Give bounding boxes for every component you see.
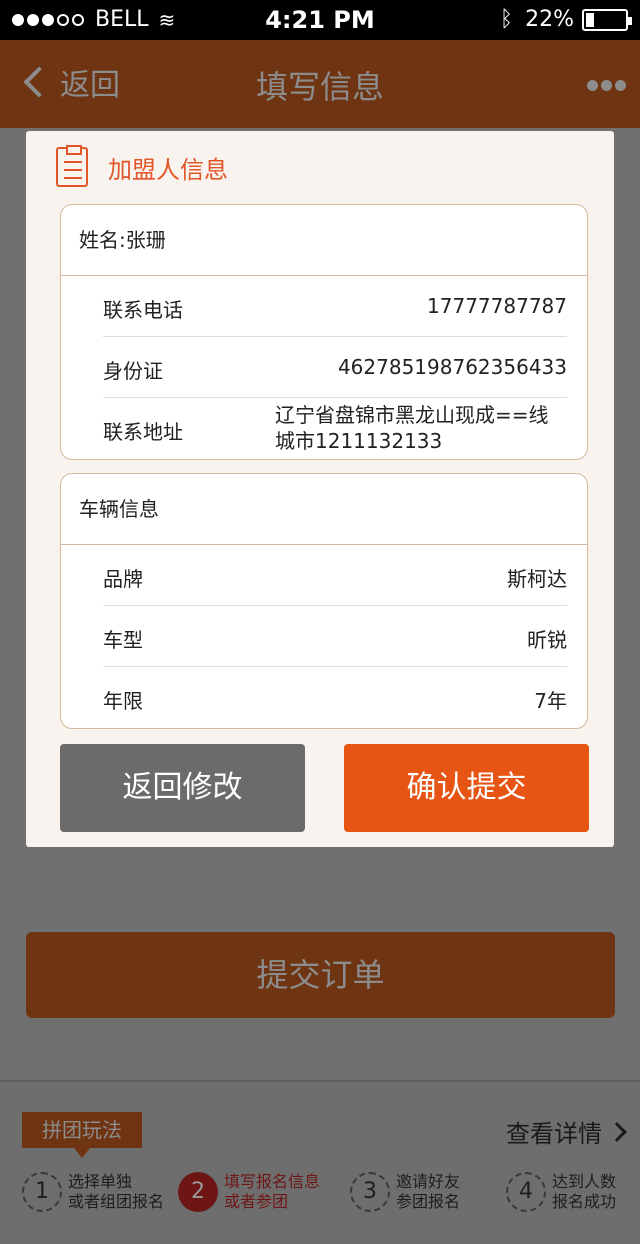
row-label: 联系电话 <box>103 298 183 322</box>
bluetooth-icon: ᛒ <box>499 7 514 32</box>
navigation-bar: 返回 填写信息 <box>0 40 640 128</box>
step-text: 或者参团 <box>224 1192 289 1211</box>
steps-list: 1 选择单独 或者组团报名 2 填写报名信息 或者参团 3 邀请好友 参团报名 4 达… <box>0 1172 640 1232</box>
row-label: 车型 <box>103 628 143 652</box>
page-title: 填写信息 <box>255 68 384 106</box>
step-1: 1 选择单独 或者组团报名 <box>22 1172 164 1212</box>
info-row-model: 车型 昕锐 <box>103 606 567 667</box>
vehicle-info-header: 车辆信息 <box>61 474 587 545</box>
applicant-info-card: 姓名:张珊 联系电话 17777787787 身份证 4627851987623… <box>60 204 588 460</box>
row-value: 昕锐 <box>527 628 567 652</box>
step-text: 选择单独 <box>68 1172 133 1191</box>
confirm-submit-button[interactable]: 确认提交 <box>344 744 589 832</box>
applicant-name: 姓名:张珊 <box>61 205 587 276</box>
step-text: 邀请好友 <box>396 1172 461 1191</box>
chevron-right-icon <box>607 1121 627 1142</box>
row-label: 年限 <box>103 689 143 713</box>
step-number: 1 <box>22 1172 62 1212</box>
status-bar: BELL ≋ 4:21 PM ᛒ 22% <box>0 0 640 40</box>
info-row-phone: 联系电话 17777787787 <box>103 276 567 337</box>
step-text: 填写报名信息 <box>224 1172 321 1191</box>
info-row-address: 联系地址 辽宁省盘锦市黑龙山现成==线城市1211132133 <box>103 398 567 459</box>
submit-order-button[interactable]: 提交订单 <box>26 932 615 1018</box>
row-label: 品牌 <box>103 567 143 591</box>
step-3: 3 邀请好友 参团报名 <box>350 1172 460 1212</box>
row-value: 17777787787 <box>427 294 567 318</box>
step-text: 或者组团报名 <box>68 1192 165 1211</box>
battery-icon <box>582 8 632 31</box>
row-value: 462785198762356433 <box>337 355 567 379</box>
vehicle-info-card: 车辆信息 品牌 斯柯达 车型 昕锐 年限 7年 <box>60 473 588 729</box>
info-row-id: 身份证 462785198762356433 <box>103 337 567 398</box>
group-buy-tag: 拼团玩法 <box>22 1112 142 1158</box>
row-label: 身份证 <box>103 359 163 383</box>
view-details-label: 查看详情 <box>506 1120 602 1148</box>
row-value: 斯柯达 <box>507 567 567 591</box>
row-value: 7年 <box>534 689 567 713</box>
row-label: 联系地址 <box>103 420 183 444</box>
view-details-link[interactable]: 查看详情 <box>506 1114 627 1149</box>
battery-percentage: 22% <box>525 7 574 32</box>
info-row-years: 年限 7年 <box>103 667 567 728</box>
step-text: 参团报名 <box>396 1192 461 1211</box>
step-number: 2 <box>178 1172 218 1212</box>
clipboard-icon <box>56 145 88 187</box>
confirm-info-dialog: 加盟人信息 姓名:张珊 联系电话 17777787787 身份证 4627851… <box>26 131 614 847</box>
row-value: 辽宁省盘锦市黑龙山现成==线城市1211132133 <box>275 403 549 453</box>
step-number: 3 <box>350 1172 390 1212</box>
step-number: 4 <box>506 1172 546 1212</box>
step-text: 报名成功 <box>552 1192 617 1211</box>
dialog-title: 加盟人信息 <box>108 155 228 184</box>
info-row-brand: 品牌 斯柯达 <box>103 545 567 606</box>
group-buy-panel: 拼团玩法 查看详情 1 选择单独 或者组团报名 2 填写报名信息 或者参团 3 邀请… <box>0 1080 640 1244</box>
step-2: 2 填写报名信息 或者参团 <box>178 1172 320 1212</box>
step-text: 达到人数 <box>552 1172 617 1191</box>
step-4: 4 达到人数 报名成功 <box>506 1172 616 1212</box>
back-to-edit-button[interactable]: 返回修改 <box>60 744 305 832</box>
more-icon[interactable] <box>584 80 626 91</box>
